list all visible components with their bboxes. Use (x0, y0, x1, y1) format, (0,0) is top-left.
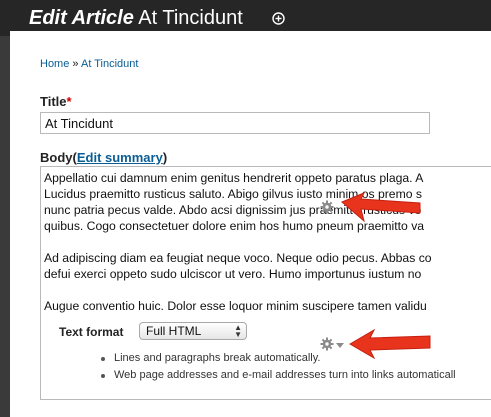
text-format-tips: Lines and paragraphs break automatically… (98, 352, 491, 386)
plus-circle-icon[interactable] (272, 12, 285, 25)
red-arrow-icon (341, 192, 421, 223)
page-title: Edit Article At Tincidunt (29, 5, 243, 31)
body-textarea[interactable]: Appellatio cui damnum enim genitus hendr… (40, 166, 491, 315)
select-arrows-icon: ▲ ▼ (234, 323, 242, 339)
body-line: defui exerci oppeto sudo ulciscor ut ver… (44, 267, 422, 281)
tip-item: Lines and paragraphs break automatically… (98, 352, 491, 369)
breadcrumb-separator: » (72, 58, 79, 70)
text-format-select[interactable]: Full HTML ▲ ▼ (139, 322, 247, 340)
body-line (44, 234, 491, 250)
overlay-backdrop (0, 36, 10, 417)
chevron-down-icon[interactable] (336, 343, 344, 349)
body-line: Ad adipiscing diam ea feugiat neque voco… (44, 251, 432, 265)
title-label-text: Title (40, 94, 67, 109)
body-label-text: Body (40, 150, 73, 165)
body-line: Appellatio cui damnum enim genitus hendr… (44, 171, 424, 185)
gear-icon[interactable] (320, 337, 334, 351)
page-title-node: At Tincidunt (138, 7, 243, 29)
gear-icon[interactable] (320, 200, 334, 214)
breadcrumb: Home » At Tincidunt (40, 58, 138, 70)
body-label: Body(Edit summary) (40, 150, 167, 165)
text-format-selected: Full HTML (146, 324, 202, 338)
edit-summary-link[interactable]: Edit summary (77, 150, 163, 165)
title-field[interactable] (40, 112, 430, 134)
text-format-label: Text format (59, 325, 124, 339)
breadcrumb-home-link[interactable]: Home (40, 58, 69, 70)
body-line (44, 282, 491, 298)
breadcrumb-current-link[interactable]: At Tincidunt (81, 58, 138, 70)
page-title-action: Edit Article (29, 7, 134, 29)
summary-paren-close: ) (162, 150, 168, 165)
body-line: Augue conventio huic. Dolor esse loquor … (44, 299, 427, 313)
title-label: Title* (40, 94, 72, 109)
tip-item: Web page addresses and e-mail addresses … (98, 369, 491, 386)
required-marker: * (66, 94, 72, 109)
